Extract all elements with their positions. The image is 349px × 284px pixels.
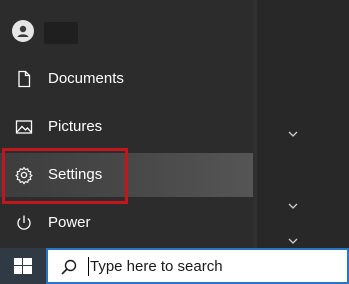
start-button[interactable] (0, 248, 46, 284)
windows-logo-icon (14, 258, 32, 274)
document-icon (14, 69, 34, 89)
avatar[interactable] (12, 20, 34, 42)
user-name-redacted (44, 22, 78, 44)
start-item-label: Pictures (48, 118, 103, 135)
desktop-screen: Documents Pictures Settings Power Type h… (0, 0, 349, 284)
start-item-power[interactable]: Power (0, 201, 253, 245)
start-item-label: Settings (48, 166, 103, 183)
start-item-label: Power (48, 214, 91, 231)
start-item-label: Documents (48, 70, 124, 87)
user-icon (17, 25, 29, 37)
start-tiles-area (253, 0, 349, 248)
search-placeholder: Type here to search (90, 258, 223, 275)
start-item-pictures[interactable]: Pictures (0, 105, 253, 149)
user-account-row[interactable] (0, 14, 253, 50)
start-menu-left-pane: Documents Pictures Settings Power (0, 0, 253, 248)
search-icon (60, 258, 78, 276)
power-icon (14, 213, 34, 233)
taskbar-search-box[interactable]: Type here to search (46, 248, 349, 284)
start-item-settings[interactable]: Settings (0, 153, 253, 197)
image-icon (14, 117, 34, 137)
start-item-documents[interactable]: Documents (0, 57, 253, 101)
chevron-down-icon[interactable] (285, 128, 301, 140)
chevron-down-icon[interactable] (285, 200, 301, 212)
tiles-column (257, 0, 349, 248)
text-caret (88, 257, 89, 276)
gear-icon (14, 165, 34, 185)
taskbar: Type here to search (0, 248, 349, 284)
chevron-down-icon[interactable] (285, 235, 301, 247)
